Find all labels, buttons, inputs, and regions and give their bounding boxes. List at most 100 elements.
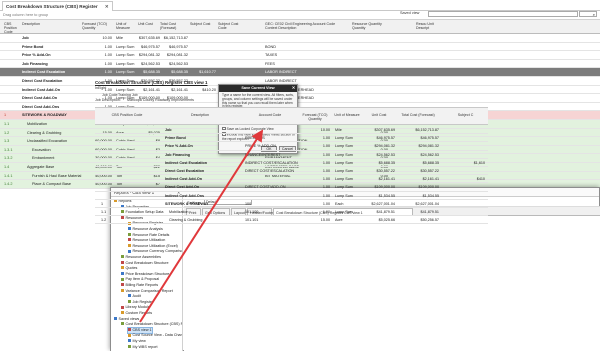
- tree-item[interactable]: My view: [128, 339, 146, 344]
- report-cell-qty: 10.00: [320, 128, 330, 132]
- report-row: Job Financing FINANCE/INTEREST 1.00 Lump Su…: [95, 151, 488, 159]
- report-date: InEight: [95, 86, 107, 90]
- grid-column-header[interactable]: Subject Cost: [190, 22, 216, 26]
- tree-item[interactable]: Cost Breakdown Structure: [121, 261, 169, 266]
- tree-item-label: CBS view 1: [132, 327, 152, 332]
- grid-cell-qty: 10.00: [102, 36, 112, 40]
- tree-item[interactable]: Cost Source View - Data Changes: [128, 333, 183, 338]
- table-row[interactable]: Direct Cost Add-On 1.00 Lump Sum $109,000.0…: [0, 94, 600, 103]
- folder-icon: [128, 238, 131, 242]
- grid-cell-unit: $294,081.32: [138, 53, 160, 58]
- report-cell-qty: 1.00: [322, 201, 330, 206]
- folder-icon: [121, 266, 124, 270]
- table-row[interactable]: Job 10.00 Mile $307,635.69 $6,152,713.87: [0, 34, 600, 43]
- close-icon[interactable]: ✕: [292, 85, 295, 92]
- tree-item-label: Audit: [132, 294, 141, 299]
- report-cell-unit: $46,975.57: [376, 136, 395, 141]
- saved-view-select[interactable]: [428, 11, 578, 17]
- folder-icon: [128, 249, 131, 253]
- grid-column-header[interactable]: Resource Quantity Quantity: [352, 22, 388, 30]
- grid-column-header[interactable]: CBS Position Code: [4, 22, 20, 34]
- report-cell-total: $1,534.55: [422, 193, 439, 198]
- grid-cell-unit: $307,635.69: [138, 36, 160, 40]
- report-row: Prime Bond PREMIUMS 1.00 Lump Sum $46,975.57…: [95, 134, 488, 143]
- tree-item[interactable]: Resource Currency Comparison: [128, 249, 182, 254]
- report-cell-uom: Lump Sum: [335, 144, 353, 149]
- table-row[interactable]: Job Financing 1.00 Lump Sum $24,562.53 $24,5…: [0, 60, 600, 69]
- folder-icon: [128, 344, 131, 348]
- tree-item[interactable]: Custom Reports: [121, 311, 152, 316]
- table-row[interactable]: Price % Add-On 1.00 Lump Sum $294,081.32 $29…: [0, 51, 600, 60]
- grid-column-header[interactable]: GEC: CE02 Civil Engineering Account Code…: [265, 22, 345, 30]
- grid-column-header[interactable]: Forecast (TCO) Quantity: [82, 22, 112, 30]
- report-cell-desc: Price % Add-On: [165, 144, 193, 149]
- tree-item[interactable]: Resource Analysis: [128, 227, 163, 232]
- tree-item[interactable]: Job Register: [128, 300, 153, 305]
- grid-column-header[interactable]: Resou Unit Descript: [416, 22, 436, 30]
- report-cell-unit: $5,688.35: [378, 160, 395, 165]
- grid-cell-desc: Job Financing: [22, 61, 48, 66]
- report-cell-uom: Mile: [335, 128, 342, 132]
- report-cell-unit: $24,562.53: [376, 152, 395, 157]
- tree-item[interactable]: Resource Utilization (Excel): [128, 244, 178, 249]
- report-cell-sub: $1,610: [473, 160, 485, 165]
- table-row[interactable]: Indirect Cost Escalation 1.00 Lump Sum $5,6…: [0, 68, 600, 77]
- tree-item-label: Cost Breakdown Structure: [125, 260, 169, 265]
- tree-item[interactable]: Price Breakdown Structure: [121, 272, 169, 277]
- grid-column-header[interactable]: Unit Cost: [138, 22, 160, 26]
- table-row[interactable]: Indirect Cost Add-On 1.00 Lump Sum $2,161.4…: [0, 86, 600, 95]
- folder-icon: [121, 311, 124, 315]
- grid-column-header[interactable]: Total Cost (Forecast): [160, 22, 188, 30]
- grid-cell-desc: SITEWORK & ROADWAY: [22, 113, 67, 118]
- tree-item[interactable]: Pay Item & Proposal: [121, 277, 159, 282]
- report-row: Price % Add-On PRICE % ADD-ON 1.00 Lump Sum…: [95, 142, 488, 151]
- tree-item[interactable]: Resource Rate Details: [128, 233, 169, 238]
- table-row[interactable]: Prime Bond 1.00 Lump Sum $46,975.57 $46,975.…: [0, 43, 600, 52]
- tree-item-label: Quotes: [125, 266, 138, 271]
- tree-item-label: Cost Source View - Data Changes: [132, 333, 183, 338]
- grid-column-header[interactable]: Subject Cost Code: [218, 22, 244, 30]
- tree-item[interactable]: Resource Utilization: [128, 238, 165, 243]
- tree-item[interactable]: Saved views: [114, 317, 139, 322]
- tree-item[interactable]: Quotes: [121, 266, 137, 271]
- register-tab[interactable]: Cost Breakdown Structure (CBS) Register …: [2, 1, 113, 11]
- tree-item[interactable]: Resource Assemblies: [121, 255, 161, 260]
- report-cell-unit: $294,081.32: [374, 144, 395, 149]
- tree-item[interactable]: Cost Breakdown Structure (CBS) Regis: [121, 322, 182, 327]
- tree-item[interactable]: Variance Comparison Report: [121, 289, 173, 294]
- tree-item-label: Resource Rate Details: [132, 232, 170, 237]
- grid-column-header[interactable]: Unit of Measure: [116, 22, 136, 30]
- table-row[interactable]: Direct Cost Escalation 1.00 Lump Sum $30,55…: [0, 77, 600, 86]
- report-column-header: Unit of Measure: [334, 113, 360, 117]
- report-cell-total: $5,688.35: [422, 160, 439, 165]
- grid-cell-desc: Price % Add-On: [22, 53, 51, 58]
- tree-item-label: Resource Utilization: [132, 238, 166, 243]
- report-cell-qty: 15.00: [320, 218, 330, 223]
- grid-cell-code: 1.3.1: [4, 147, 13, 152]
- grid-column-header[interactable]: Description: [22, 22, 80, 26]
- search-icon[interactable]: ⌕: [579, 11, 597, 17]
- report-cell-qty: 1.00: [322, 160, 330, 165]
- tree-item[interactable]: CBS view 1: [127, 326, 153, 334]
- folder-icon: [128, 333, 131, 337]
- report-cell-unit: $41,879.51: [376, 210, 395, 214]
- report-cell-acct: 100: [245, 201, 252, 206]
- report-cell-acct: DIRECT COST/ESCALATION: [245, 169, 295, 173]
- grid-cell-gec: TAXES: [265, 53, 278, 58]
- tree-item[interactable]: Billing Rate Reports: [121, 283, 158, 288]
- report-cell-code: 1: [101, 201, 104, 206]
- tree-item[interactable]: Audit: [128, 294, 141, 299]
- grid-cell-gec: LABOR INDIRECT: [265, 78, 297, 83]
- tree-item-label: My WBS report: [132, 344, 158, 349]
- grid-cell-desc: Indirect Cost Escalation: [22, 70, 66, 75]
- grid-cell-desc: Unclassified Excavation: [27, 139, 68, 144]
- grid-cell-sub: $410.20: [202, 87, 216, 92]
- report-row: Direct Cost Escalation DIRECT COST/ESCALA…: [95, 167, 488, 176]
- tree-item[interactable]: Library Module: [121, 305, 150, 310]
- tree-item[interactable]: My WBS report: [128, 345, 158, 350]
- grid-cell-code: 1.3: [4, 139, 10, 144]
- report-preview: [184, 216, 600, 351]
- report-cell-unit: $307,635.69: [374, 128, 395, 132]
- close-icon[interactable]: ✕: [105, 4, 109, 10]
- grid-cell-desc: Direct Cost Add-Ons: [22, 104, 60, 109]
